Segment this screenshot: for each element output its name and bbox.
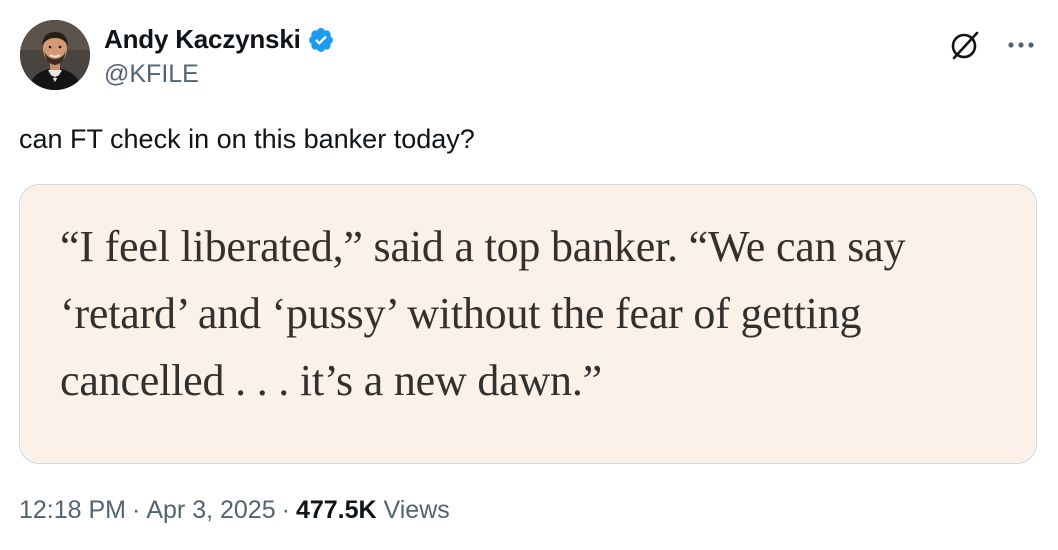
tweet-container: Andy Kaczynski @KFILE can FT check in on… [0,0,1058,550]
tweet-text: can FT check in on this banker today? [19,124,475,154]
quote-line: “I feel liberated,” said a top banker. “… [60,222,906,271]
more-options-icon[interactable] [1003,30,1039,60]
author-name-row: Andy Kaczynski [104,24,335,55]
tweet-meta: 12:18 PM · Apr 3, 2025 · 477.5K Views [19,496,450,525]
verified-badge-icon[interactable] [307,26,335,54]
views-count[interactable]: 477.5K [296,496,377,524]
views-label: Views [383,496,450,524]
author-display-name[interactable]: Andy Kaczynski [104,24,301,55]
tweet-time[interactable]: 12:18 PM [19,496,126,524]
quote-line: ‘retard’ and ‘pussy’ without the fear of… [60,289,862,338]
meta-separator: · [281,496,290,524]
tweet-date[interactable]: Apr 3, 2025 [146,496,275,524]
tweet-media-image[interactable]: “I feel liberated,” said a top banker. “… [19,184,1037,464]
meta-separator: · [132,496,141,524]
author-handle[interactable]: @KFILE [104,60,199,89]
avatar[interactable] [20,20,90,90]
quote-line: cancelled . . . it’s a new dawn.” [60,356,602,405]
grok-icon[interactable] [948,28,982,62]
